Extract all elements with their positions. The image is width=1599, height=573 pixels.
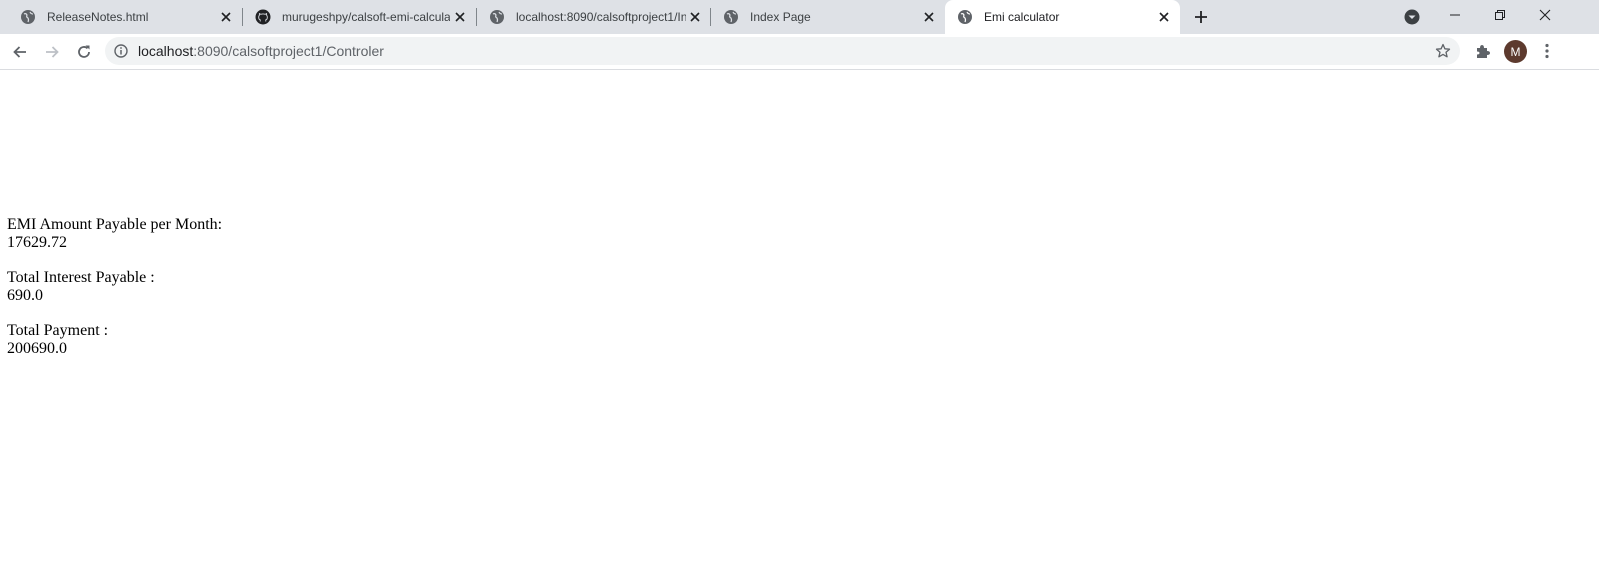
tab-title: Emi calculator xyxy=(984,10,1060,24)
globe-icon xyxy=(490,10,504,24)
new-tab-button[interactable] xyxy=(1192,8,1210,26)
interest-label: Total Interest Payable : xyxy=(7,269,155,286)
tab-title: ReleaseNotes.html xyxy=(47,10,149,24)
close-icon[interactable] xyxy=(453,10,467,24)
tab-index-page[interactable]: Index Page xyxy=(711,0,944,34)
close-window-button[interactable] xyxy=(1523,0,1567,30)
globe-icon xyxy=(21,10,35,24)
globe-icon xyxy=(724,10,738,24)
restore-button[interactable] xyxy=(1478,0,1522,30)
profile-avatar[interactable]: M xyxy=(1504,40,1527,63)
tab-localhost-index[interactable]: localhost:8090/calsoftproject1/In xyxy=(477,0,710,34)
globe-icon xyxy=(958,10,972,24)
url-host: localhost xyxy=(138,43,194,59)
restore-icon xyxy=(1495,10,1505,20)
interest-block: Total Interest Payable : 690.0 xyxy=(7,269,222,305)
payment-label: Total Payment : xyxy=(7,322,109,339)
emi-value: 17629.72 xyxy=(7,234,67,251)
close-icon[interactable] xyxy=(922,10,936,24)
minimize-icon xyxy=(1450,14,1460,16)
interest-value: 690.0 xyxy=(7,287,43,304)
payment-value: 200690.0 xyxy=(7,340,67,357)
tab-emi-calculator[interactable]: Emi calculator xyxy=(945,0,1180,34)
url-path: :8090/calsoftproject1/Controler xyxy=(193,43,384,59)
address-bar[interactable]: localhost:8090/calsoftproject1/Controler xyxy=(105,37,1460,65)
tab-title: Index Page xyxy=(750,10,811,24)
tab-release-notes[interactable]: ReleaseNotes.html xyxy=(8,0,242,34)
tab-search-icon[interactable] xyxy=(1403,8,1421,26)
github-icon xyxy=(255,9,271,25)
reload-button[interactable] xyxy=(72,41,96,63)
url-text[interactable]: localhost:8090/calsoftproject1/Controler xyxy=(138,43,384,59)
close-icon[interactable] xyxy=(688,10,702,24)
tab-title: murugeshpy/calsoft-emi-calculat xyxy=(282,10,450,24)
tab-strip: ReleaseNotes.html murugeshpy/calsoft-emi… xyxy=(0,0,1599,34)
close-icon[interactable] xyxy=(1157,10,1171,24)
arrow-right-icon xyxy=(46,46,59,58)
reload-icon xyxy=(78,45,90,58)
arrow-left-icon xyxy=(13,46,26,58)
close-icon xyxy=(1539,9,1551,21)
emi-label: EMI Amount Payable per Month: xyxy=(7,216,223,233)
kebab-menu-icon[interactable] xyxy=(1538,42,1556,60)
back-button[interactable] xyxy=(8,41,32,63)
forward-button[interactable] xyxy=(40,41,64,63)
tab-title: localhost:8090/calsoftproject1/In xyxy=(516,10,686,24)
emi-results: EMI Amount Payable per Month: 17629.72 T… xyxy=(7,216,222,375)
payment-block: Total Payment : 200690.0 xyxy=(7,322,222,358)
bookmark-star-icon[interactable] xyxy=(1435,43,1451,59)
extensions-puzzle-icon[interactable] xyxy=(1474,42,1492,60)
emi-block: EMI Amount Payable per Month: 17629.72 xyxy=(7,216,222,252)
tab-github[interactable]: murugeshpy/calsoft-emi-calculat xyxy=(243,0,476,34)
close-icon[interactable] xyxy=(219,10,233,24)
info-icon[interactable] xyxy=(114,44,128,58)
browser-toolbar: localhost:8090/calsoftproject1/Controler… xyxy=(0,34,1599,70)
minimize-button[interactable] xyxy=(1433,0,1477,30)
